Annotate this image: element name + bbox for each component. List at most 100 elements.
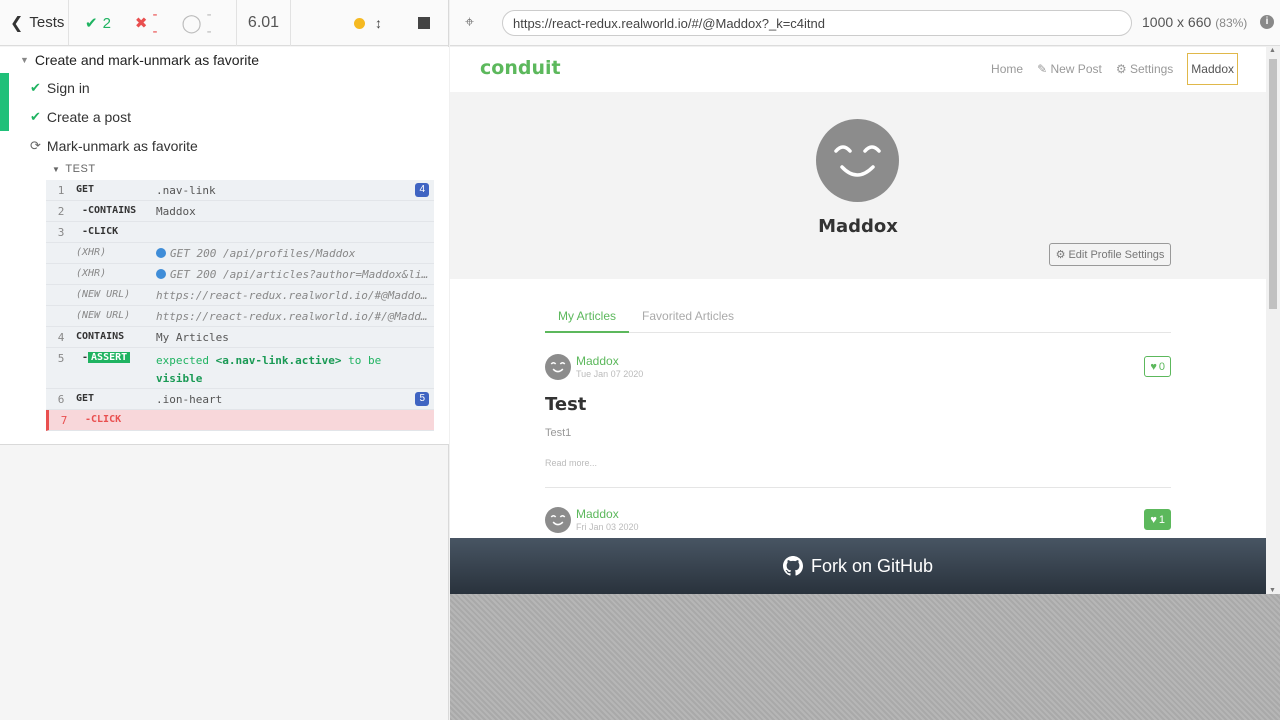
selector-playground-icon[interactable]: ⌖ — [465, 14, 474, 32]
command-row[interactable]: 6 GET .ion-heart 5 — [46, 389, 434, 410]
xhr-dot-icon — [156, 269, 166, 279]
viewport-scale: (83%) — [1215, 16, 1248, 30]
gear-icon: ⚙ — [1115, 62, 1127, 76]
run-controls: ↕ — [354, 0, 448, 46]
nav-home[interactable]: Home — [991, 62, 1023, 76]
smiley-face-icon — [834, 145, 881, 177]
element-count-badge: 5 — [415, 392, 429, 406]
test-body-header[interactable]: ▼ TEST — [52, 163, 96, 175]
scroll-up-icon[interactable]: ▲ — [1269, 47, 1276, 54]
command-row[interactable]: (XHR) GET 200 /api/articles?author=Maddo… — [46, 264, 434, 285]
test-body-label: TEST — [65, 163, 96, 175]
nav-new-post-label: New Post — [1050, 62, 1102, 76]
assert-state: visible — [156, 372, 203, 385]
heart-icon: ♥ — [1150, 513, 1157, 526]
failed-count: -- — [152, 6, 158, 40]
assert-element: <a.nav-link.active> — [215, 354, 342, 367]
favorite-button[interactable]: ♥ 0 — [1144, 356, 1171, 377]
navbar: conduit Home ✎ New Post ⚙ Settings Maddo… — [450, 47, 1266, 92]
pending-stat: ◯ -- — [182, 6, 212, 40]
gear-icon: ⚙ — [1055, 249, 1066, 261]
command-number: 1 — [57, 184, 65, 197]
assert-tag: ASSERT — [88, 352, 131, 363]
scroll-down-icon[interactable]: ▼ — [1269, 587, 1276, 594]
read-more-link[interactable]: Read more... — [545, 458, 597, 468]
command-message: Maddox — [156, 205, 196, 218]
edit-profile-button[interactable]: ⚙ Edit Profile Settings — [1049, 243, 1171, 266]
scroll-thumb[interactable] — [1269, 59, 1277, 309]
command-row[interactable]: (NEW URL) https://react-redux.realworld.… — [46, 285, 434, 306]
nav-profile[interactable]: Maddox — [1187, 53, 1238, 85]
profile-name: Maddox — [818, 216, 898, 237]
info-icon[interactable]: i — [1260, 15, 1274, 29]
test-create-post[interactable]: ✔ Create a post — [0, 102, 449, 131]
command-row[interactable]: (NEW URL) https://react-redux.realworld.… — [46, 306, 434, 327]
command-row[interactable]: 4 CONTAINS My Articles — [46, 327, 434, 348]
nav-new-post[interactable]: ✎ New Post — [1037, 62, 1102, 76]
suite-title-text: Create and mark-unmark as favorite — [34, 52, 260, 68]
article-author[interactable]: Maddox — [576, 507, 619, 521]
smiley-face-icon — [550, 514, 566, 526]
heart-icon: ♥ — [1150, 360, 1157, 373]
divider — [545, 487, 1171, 488]
test-mark-unmark-favorite[interactable]: ⟳ Mark-unmark as favorite — [0, 131, 449, 160]
avatar[interactable] — [545, 507, 571, 533]
brand-logo[interactable]: conduit — [480, 57, 561, 79]
failed-stat: ✖ -- — [135, 6, 158, 40]
test-title: Sign in — [46, 79, 90, 96]
pending-count: -- — [206, 6, 212, 40]
favorite-count: 1 — [1158, 513, 1165, 526]
smiley-face-icon — [550, 361, 566, 373]
command-name: -CONTAINS — [82, 205, 137, 216]
article-preview: Maddox Tue Jan 07 2020 ♥ 0 Test Test1 Rea… — [545, 354, 1171, 488]
refresh-icon: ⟳ — [30, 137, 41, 153]
article-tabs: My Articles Favorited Articles — [545, 305, 1171, 333]
pass-indicator — [0, 102, 9, 131]
check-icon: ✔ — [85, 15, 98, 32]
command-message: .nav-link — [156, 184, 216, 197]
command-row[interactable]: 1 GET .nav-link 4 — [46, 180, 434, 201]
article-date: Tue Jan 07 2020 — [576, 369, 644, 379]
favorite-button[interactable]: ♥ 1 — [1144, 509, 1171, 530]
command-row-failed[interactable]: 7 -CLICK — [46, 410, 434, 431]
suite-title[interactable]: ▼ Create and mark-unmark as favorite — [20, 52, 259, 68]
command-row[interactable]: (XHR) GET 200 /api/profiles/Maddox — [46, 243, 434, 264]
avatar[interactable] — [545, 354, 571, 380]
command-row[interactable]: 3 -CLICK — [46, 222, 434, 243]
command-name: (XHR) — [76, 268, 107, 279]
command-name: - ASSERT — [76, 352, 156, 363]
runnable-list: ▼ Create and mark-unmark as favorite ✔ S… — [0, 47, 449, 445]
tab-favorited-articles[interactable]: Favorited Articles — [629, 305, 747, 333]
command-row[interactable]: 5 - ASSERT expected <a.nav-link.active> t… — [46, 348, 434, 389]
test-sign-in[interactable]: ✔ Sign in — [0, 73, 449, 102]
article-date: Fri Jan 03 2020 — [576, 522, 639, 532]
caret-down-icon: ▼ — [52, 164, 61, 174]
command-name: GET — [76, 393, 95, 404]
command-row[interactable]: 2 -CONTAINS Maddox — [46, 201, 434, 222]
favorite-count: 0 — [1158, 360, 1165, 373]
xhr-text: GET 200 /api/profiles/Maddox — [170, 247, 356, 260]
duration: 6.01 — [236, 0, 291, 46]
profile-banner: Maddox ⚙ Edit Profile Settings — [450, 92, 1266, 279]
command-name: (NEW URL) — [76, 310, 131, 321]
article-title[interactable]: Test — [545, 394, 586, 415]
x-icon: ✖ — [134, 15, 148, 32]
tab-my-articles[interactable]: My Articles — [545, 305, 630, 333]
fork-on-github-banner[interactable]: Fork on GitHub — [450, 538, 1266, 594]
github-icon — [782, 556, 803, 576]
circle-icon: ◯ — [181, 12, 202, 33]
test-title: Create a post — [46, 108, 131, 125]
stop-button[interactable] — [418, 17, 430, 29]
article-author[interactable]: Maddox — [576, 354, 619, 368]
command-message: https://react-redux.realworld.io/#@Maddo… — [156, 289, 434, 302]
url-bar[interactable]: https://react-redux.realworld.io/#/@Madd… — [502, 10, 1132, 36]
nav-settings[interactable]: ⚙ Settings — [1116, 62, 1173, 76]
assert-text: expected — [156, 354, 216, 367]
auto-scroll-icon[interactable]: ↕ — [375, 15, 382, 31]
aut-scrollbar[interactable]: ▲ ▼ — [1266, 47, 1280, 594]
pass-indicator — [0, 73, 9, 102]
check-icon: ✔ — [30, 108, 41, 124]
caret-down-icon: ▼ — [20, 55, 29, 65]
aut-header: ⌖ https://react-redux.realworld.io/#/@Ma… — [450, 0, 1280, 46]
command-name: GET — [76, 184, 95, 195]
